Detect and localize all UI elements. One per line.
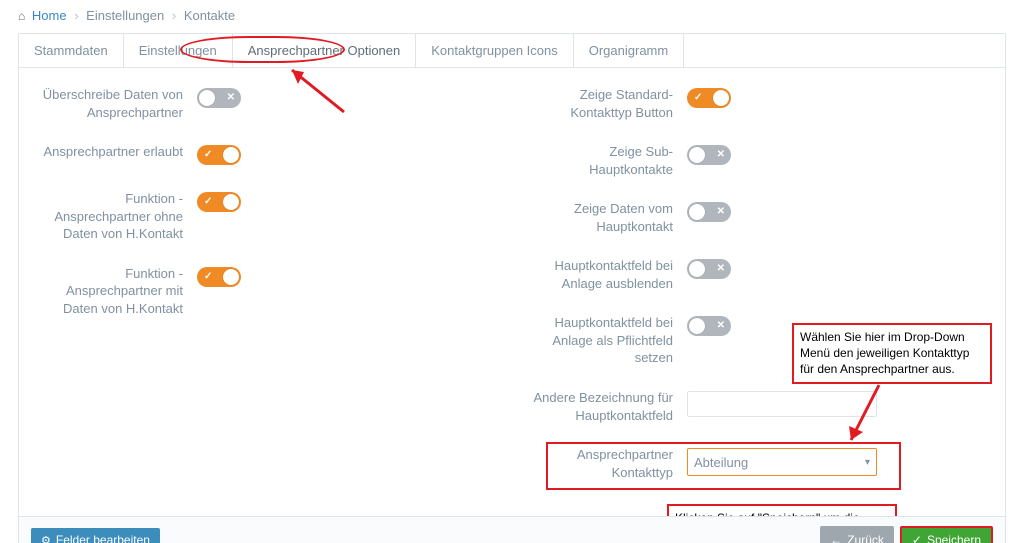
label-ueberschreibe: Überschreibe Daten von Ansprechpartner [37,86,197,121]
tab-organigramm[interactable]: Organigramm [574,34,684,67]
label-hk-ausblenden: Hauptkontaktfeld bei Anlage ausblenden [527,257,687,292]
tab-einstellungen[interactable]: Einstellungen [124,34,233,67]
toggle-fn-ohne[interactable]: ✓ [197,192,241,212]
toggle-hk-ausblenden[interactable]: ✕ [687,259,731,279]
left-column: Überschreibe Daten von Ansprechpartner ✕… [37,86,497,503]
right-column: Zeige Standard-Kontakttyp Button ✓ Zeige… [527,86,987,503]
toggle-erlaubt[interactable]: ✓ [197,145,241,165]
home-icon: ⌂ [18,9,25,23]
toggle-fn-mit[interactable]: ✓ [197,267,241,287]
label-erlaubt: Ansprechpartner erlaubt [37,143,197,161]
label-kontakttyp: Ansprechpartner Kontakttyp [527,446,687,481]
select-kontakttyp[interactable]: Abteilung ▾ [687,448,877,476]
toggle-zeige-daten[interactable]: ✕ [687,202,731,222]
toggle-zeige-standard[interactable]: ✓ [687,88,731,108]
label-hk-pflicht: Hauptkontaktfeld bei Anlage als Pflichtf… [527,314,687,367]
label-zeige-daten: Zeige Daten vom Hauptkontakt [527,200,687,235]
input-andere-bez[interactable] [687,391,877,417]
select-kontakttyp-value: Abteilung [694,455,748,470]
chevron-down-icon: ▾ [865,457,870,468]
tab-kontaktgruppen-icons[interactable]: Kontaktgruppen Icons [416,34,573,67]
save-button[interactable]: ✓ Speichern [900,526,993,543]
breadcrumb-home[interactable]: Home [32,8,67,23]
toggle-hk-pflicht[interactable]: ✕ [687,316,731,336]
back-button[interactable]: ← Zurück [820,526,894,543]
label-zeige-sub: Zeige Sub-Hauptkontakte [527,143,687,178]
settings-panel: Stammdaten Einstellungen Ansprechpartner… [18,33,1006,543]
breadcrumb-contacts: Kontakte [184,8,235,23]
tab-stammdaten[interactable]: Stammdaten [19,34,124,67]
back-label: Zurück [847,533,884,543]
toggle-ueberschreibe[interactable]: ✕ [197,88,241,108]
cogs-icon: ⚙ [41,534,51,543]
label-fn-mit: Funktion - Ansprechpartner mit Daten von… [37,265,197,318]
toggle-zeige-sub[interactable]: ✕ [687,145,731,165]
label-zeige-standard: Zeige Standard-Kontakttyp Button [527,86,687,121]
annotation-text-dropdown: Wählen Sie hier im Drop-Down Menü den je… [792,323,992,384]
chevron-right-icon: › [74,8,78,23]
breadcrumb-settings[interactable]: Einstellungen [86,8,164,23]
tabs: Stammdaten Einstellungen Ansprechpartner… [19,34,1005,68]
panel-footer: ⚙ Felder bearbeiten ← Zurück ✓ Speichern [19,516,1005,543]
tab-ansprechpartner-optionen[interactable]: Ansprechpartner Optionen [233,34,416,67]
save-label: Speichern [927,533,981,543]
edit-fields-label: Felder bearbeiten [56,533,150,543]
chevron-right-icon: › [172,8,176,23]
breadcrumb: ⌂ Home › Einstellungen › Kontakte [18,8,1006,23]
edit-fields-button[interactable]: ⚙ Felder bearbeiten [31,528,160,543]
arrow-left-icon: ← [830,533,842,543]
label-fn-ohne: Funktion - Ansprechpartner ohne Daten vo… [37,190,197,243]
label-andere-bez: Andere Bezeichnung für Hauptkontaktfeld [527,389,687,424]
check-icon: ✓ [912,533,922,543]
